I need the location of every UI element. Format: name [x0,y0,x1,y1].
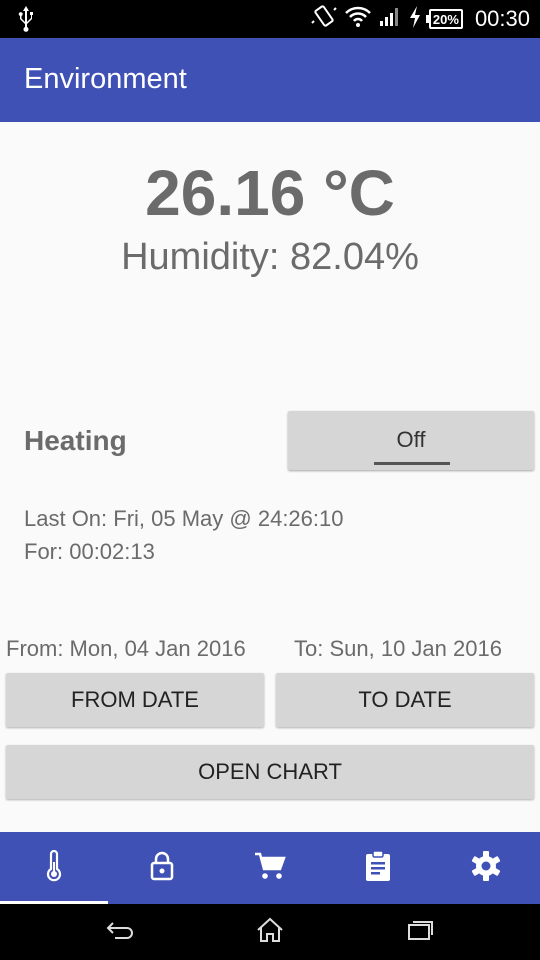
status-time: 00:30 [474,6,530,31]
nav-item-settings[interactable] [432,832,540,904]
thermometer-icon [44,849,64,887]
clipboard-icon [364,849,392,887]
page-title: Environment [24,63,187,95]
heating-label: Heating [24,425,127,456]
from-date-text: From: Mon, 04 Jan 2016 [6,636,246,661]
home-icon [256,917,284,948]
battery-icon: 20% [425,9,463,29]
app-bar: Environment [0,38,540,122]
recents-icon [406,919,434,946]
nav-item-temperature[interactable] [0,832,108,904]
duration-text: For: 00:02:13 [24,539,155,564]
status-bar: 20% 00:30 [0,0,540,38]
from-date-button[interactable]: FROM DATE [6,673,264,727]
nav-item-clipboard[interactable] [324,832,432,904]
heating-toggle-label: Off [396,427,426,452]
back-icon [105,919,135,946]
vibrate-icon [311,4,337,34]
wifi-icon [345,6,371,33]
temperature-reading: 26.16 °C [145,157,395,229]
nav-item-lock[interactable] [108,832,216,904]
lock-icon [149,850,175,887]
to-date-button[interactable]: TO DATE [276,673,534,727]
gear-icon [470,850,502,887]
signal-icon [379,7,401,32]
home-button[interactable] [230,904,310,960]
open-chart-button[interactable]: OPEN CHART [6,745,534,799]
usb-icon [18,6,34,37]
cart-icon [254,851,286,886]
back-button[interactable] [80,904,160,960]
system-nav-bar [0,904,540,960]
heating-toggle-button[interactable]: Off [288,411,534,470]
toggle-indicator [374,462,450,465]
recents-button[interactable] [380,904,460,960]
humidity-reading: Humidity: 82.04% [121,236,419,278]
bottom-nav [0,832,540,904]
last-on-text: Last On: Fri, 05 May @ 24:26:10 [24,506,344,531]
to-date-text: To: Sun, 10 Jan 2016 [294,636,502,661]
nav-item-cart[interactable] [216,832,324,904]
charging-icon [409,5,421,33]
